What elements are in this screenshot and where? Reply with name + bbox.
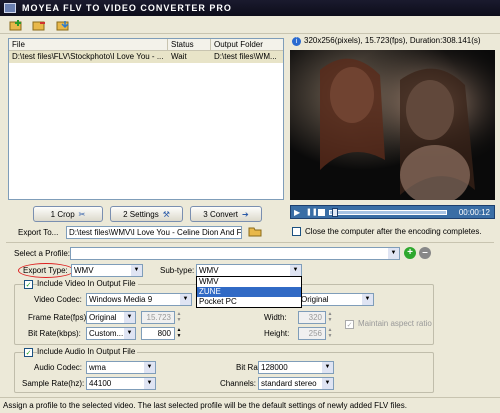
sample-rate-label: Sample Rate(hz): [22, 379, 85, 388]
chevron-down-icon: ▼ [144, 362, 155, 373]
chevron-down-icon: ▼ [131, 265, 142, 276]
video-frame [290, 50, 495, 200]
height-label: Height: [264, 329, 290, 338]
shutdown-checkbox[interactable] [292, 227, 301, 236]
height-spinner[interactable]: ▲ ▼ [326, 327, 334, 340]
profile-select[interactable]: ▼ [70, 247, 400, 260]
player-time: 00:00:12 [458, 208, 490, 217]
seek-bar[interactable] [329, 208, 447, 217]
video-info: i 320x256(pixels), 15.723(fps), Duration:… [292, 35, 481, 47]
aspect-ratio-label: Maintain aspect ratio [358, 319, 432, 328]
chevron-down-icon: ▼ [362, 294, 373, 305]
bit-rate-label: Bit Rate(kbps): [28, 329, 81, 338]
width-label: Width: [264, 313, 287, 322]
file-list[interactable]: File Status Output Folder D:\test files\… [8, 38, 284, 200]
video-codec-label: Video Codec: [34, 295, 82, 304]
row-status: Wait [171, 52, 187, 61]
video-preview [290, 50, 495, 200]
stop-button[interactable] [318, 209, 325, 216]
status-bar: Assign a profile to the selected video. … [0, 397, 500, 413]
include-video-label: Include Video In Output File [37, 278, 138, 290]
audio-bitrate-select[interactable]: 128000 ▼ [258, 361, 334, 374]
width-input[interactable]: 320 [298, 311, 326, 324]
chevron-down-icon: ▼ [144, 378, 155, 389]
export-path-field[interactable]: D:\test files\WMV\I Love You - Celine Di… [66, 226, 242, 239]
audio-codec-label: Audio Codec: [34, 363, 83, 372]
bit-rate-select[interactable]: Custom... ▼ [86, 327, 136, 340]
chevron-down-icon: ▼ [124, 328, 135, 339]
frame-rate-select[interactable]: Original ▼ [86, 311, 136, 324]
frame-rate-spinner[interactable]: ▲ ▼ [175, 311, 183, 324]
channels-select[interactable]: standard stereo ▼ [258, 377, 334, 390]
video-codec-select[interactable]: Windows Media 9 ▼ [86, 293, 192, 306]
column-status[interactable]: Status [168, 39, 211, 50]
chevron-down-icon: ▼ [180, 294, 191, 305]
chevron-down-icon: ▼ [322, 362, 333, 373]
include-audio-checkbox[interactable]: ✓ [24, 348, 33, 357]
row-file: D:\test files\FLV\Stockphoto\I Love You … [12, 52, 164, 61]
tools-icon: ⚒ [162, 209, 170, 219]
add-file-icon[interactable] [8, 18, 24, 32]
channels-label: Channels: [220, 379, 257, 388]
subtype-label: Sub-type: [160, 266, 195, 275]
info-icon: i [292, 37, 301, 46]
divider [6, 242, 494, 243]
export-to-label: Export To... [18, 228, 59, 237]
folder-browse-icon[interactable] [248, 225, 262, 237]
subtype-option-pocket-pc[interactable]: Pocket PC [197, 297, 301, 307]
subtype-dropdown-list[interactable]: WMV ZUNE Pocket PC [196, 276, 302, 308]
subtype-option-zune[interactable]: ZUNE [197, 287, 301, 297]
toolbar [0, 16, 500, 34]
include-audio-label: Include Audio In Output File [37, 346, 138, 358]
export-type-label: Export Type: [23, 266, 68, 275]
remove-profile-icon[interactable]: – [419, 247, 431, 259]
sample-rate-select[interactable]: 44100 ▼ [86, 377, 156, 390]
crop-button[interactable]: 1 Crop ✂ [33, 206, 103, 222]
column-file[interactable]: File [9, 39, 168, 50]
row-output: D:\test files\WM... [214, 52, 277, 61]
aspect-ratio-checkbox[interactable]: ✓ [345, 320, 354, 329]
chevron-down-icon: ▼ [322, 378, 333, 389]
subtype-option-wmv[interactable]: WMV [197, 277, 301, 287]
height-input[interactable]: 256 [298, 327, 326, 340]
column-output-folder[interactable]: Output Folder [211, 39, 283, 50]
app-icon [4, 3, 16, 13]
width-spinner[interactable]: ▲ ▼ [326, 311, 334, 324]
shutdown-label: Close the computer after the encoding co… [305, 227, 482, 236]
remove-file-icon[interactable] [55, 18, 71, 32]
file-list-header: File Status Output Folder [9, 39, 283, 51]
add-profile-icon[interactable]: + [404, 247, 416, 259]
chevron-down-icon: ▼ [290, 265, 301, 276]
chevron-down-icon: ▼ [388, 248, 399, 259]
frame-rate-input[interactable]: 15.723 [141, 311, 175, 324]
bit-rate-input[interactable]: 800 [141, 327, 175, 340]
chevron-down-icon: ▼ [124, 312, 135, 323]
profile-label: Select a Profile: [14, 249, 71, 258]
audio-codec-select[interactable]: wma ▼ [86, 361, 156, 374]
seek-thumb[interactable] [332, 208, 338, 217]
settings-button[interactable]: 2 Settings ⚒ [110, 206, 183, 222]
arrow-icon: ➔ [241, 209, 249, 219]
video-size-select[interactable]: Original ▼ [298, 293, 374, 306]
open-folder-icon[interactable] [31, 18, 47, 32]
export-type-select[interactable]: WMV ▼ [71, 264, 143, 277]
title-bar: MOYEA FLV TO VIDEO CONVERTER PRO [0, 0, 500, 16]
player-controls: ▶ ❚❚ 00:00:12 [290, 205, 495, 219]
scissors-icon: ✂ [78, 209, 86, 219]
table-row[interactable]: D:\test files\FLV\Stockphoto\I Love You … [9, 51, 283, 63]
include-video-checkbox[interactable]: ✓ [24, 280, 33, 289]
convert-button[interactable]: 3 Convert ➔ [190, 206, 262, 222]
pause-button[interactable]: ❚❚ [306, 208, 318, 217]
bit-rate-spinner[interactable]: ▲ ▼ [175, 327, 183, 340]
app-title: MOYEA FLV TO VIDEO CONVERTER PRO [22, 3, 232, 13]
play-button[interactable]: ▶ [294, 208, 304, 217]
frame-rate-label: Frame Rate(fps): [28, 313, 89, 322]
